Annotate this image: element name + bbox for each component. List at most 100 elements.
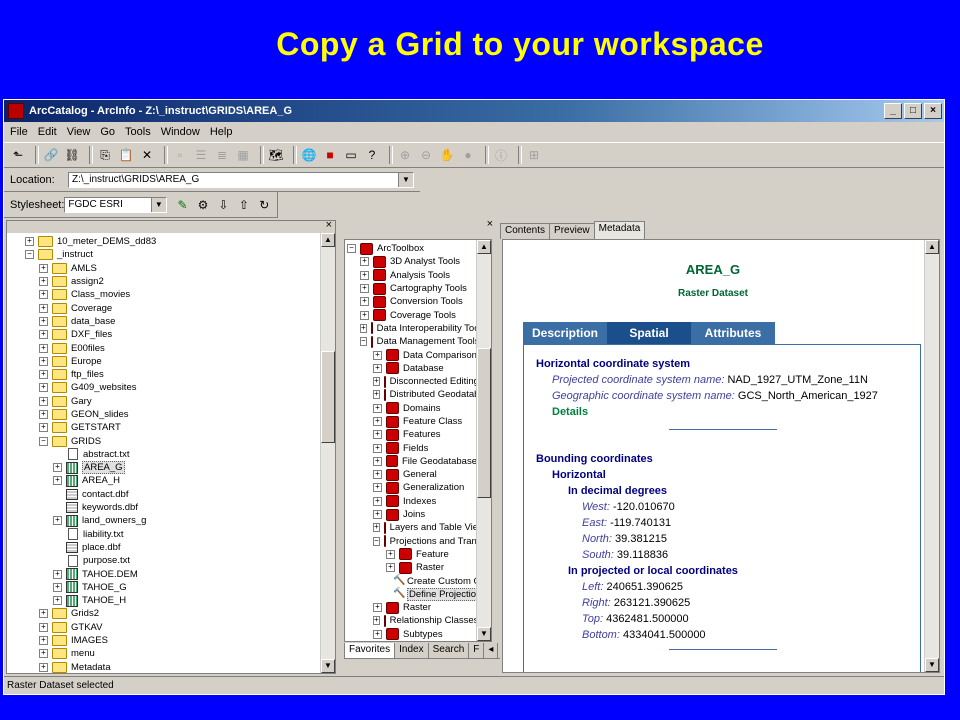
- scroll-up-icon[interactable]: ▲: [477, 240, 491, 254]
- tree-node[interactable]: + E00files: [11, 341, 319, 354]
- expand-icon[interactable]: +: [373, 603, 382, 613]
- expand-icon[interactable]: +: [373, 483, 382, 493]
- menu-window[interactable]: Window: [161, 126, 200, 138]
- tree-node[interactable]: + AMLS: [11, 262, 319, 275]
- tree-node[interactable]: + TAHOE_G: [11, 581, 319, 594]
- edit-metadata-icon[interactable]: ✎: [175, 197, 190, 213]
- tree-node[interactable]: + Features: [347, 428, 477, 441]
- arccatalog-app-icon[interactable]: [8, 103, 24, 119]
- expand-icon[interactable]: +: [39, 330, 48, 340]
- expand-icon[interactable]: +: [39, 316, 48, 326]
- expand-icon[interactable]: +: [39, 609, 48, 619]
- menu-file[interactable]: File: [10, 126, 28, 138]
- tree-node[interactable]: + Feature Class: [347, 415, 477, 428]
- metadata-scrollbar[interactable]: ▲ ▼: [924, 240, 939, 672]
- tree-node[interactable]: + data_base: [11, 315, 319, 328]
- expand-icon[interactable]: +: [386, 549, 395, 559]
- scroll-up-icon[interactable]: ▲: [321, 233, 335, 247]
- expand-icon[interactable]: +: [53, 476, 62, 486]
- location-combobox[interactable]: Z:\_instruct\GRIDS\AREA_G ▼: [68, 171, 414, 188]
- tree-node[interactable]: + GEON_slides: [11, 408, 319, 421]
- full-extent-icon[interactable]: ●: [460, 147, 476, 163]
- tab-index[interactable]: Index: [394, 643, 429, 659]
- disconnect-folder-icon[interactable]: ⛓: [64, 147, 80, 163]
- tree-node[interactable]: + Data Comparison: [347, 348, 477, 362]
- toolbox-scrollbar[interactable]: ▲ ▼: [476, 240, 491, 641]
- collapse-icon[interactable]: −: [25, 250, 34, 260]
- tab-scroll-left[interactable]: ◂: [483, 643, 499, 659]
- command-line-icon[interactable]: ▭: [343, 147, 359, 163]
- tree-node[interactable]: + Fields: [347, 441, 477, 455]
- tree-node[interactable]: − Projections and Trans: [347, 535, 482, 548]
- expand-icon[interactable]: +: [53, 582, 62, 592]
- expand-icon[interactable]: +: [373, 456, 382, 466]
- tree-node[interactable]: + GETSTART: [11, 421, 319, 434]
- tree-node[interactable]: + Distributed Geodatab: [347, 388, 479, 401]
- tree-node[interactable]: + Generalization: [347, 481, 477, 494]
- menu-go[interactable]: Go: [100, 126, 115, 138]
- expand-icon[interactable]: +: [360, 310, 369, 320]
- expand-icon[interactable]: +: [39, 622, 48, 632]
- tree-node[interactable]: + ftp_files: [11, 368, 319, 381]
- large-icons-icon[interactable]: ▫: [172, 147, 188, 163]
- identify-icon[interactable]: ⓘ: [493, 147, 509, 163]
- scroll-down-icon[interactable]: ▼: [925, 658, 939, 672]
- expand-icon[interactable]: +: [373, 510, 382, 520]
- arctoolbox-icon[interactable]: ■: [322, 147, 338, 163]
- tree-node[interactable]: + Layers and Table View: [347, 521, 485, 534]
- tree-node[interactable]: + File Geodatabase: [347, 455, 477, 468]
- expand-icon[interactable]: +: [373, 616, 380, 626]
- expand-icon[interactable]: +: [39, 383, 48, 393]
- tree-node[interactable]: +3D Analyst Tools: [347, 255, 477, 268]
- tree-node[interactable]: + Domains: [347, 402, 477, 415]
- minimize-button[interactable]: _: [884, 103, 902, 119]
- expand-icon[interactable]: +: [373, 470, 382, 480]
- tree-node[interactable]: + Grids2: [11, 607, 319, 620]
- expand-icon[interactable]: +: [360, 284, 369, 294]
- tree-node[interactable]: + land_owners_g: [11, 514, 319, 527]
- expand-icon[interactable]: +: [373, 523, 380, 533]
- tree-node[interactable]: 🔨 Define Projection: [347, 587, 484, 601]
- expand-icon[interactable]: +: [39, 410, 48, 419]
- tab-preview[interactable]: Preview: [549, 223, 595, 239]
- tree-node[interactable]: + Indexes: [347, 495, 477, 508]
- tree-node[interactable]: + Class_movies: [11, 288, 319, 301]
- zoom-in-icon[interactable]: ⊕: [397, 147, 413, 163]
- launch-arcmap-icon[interactable]: 🗺: [268, 147, 284, 163]
- expand-icon[interactable]: +: [373, 403, 382, 413]
- tree-node[interactable]: + General: [347, 468, 477, 481]
- expand-icon[interactable]: +: [373, 363, 382, 373]
- scroll-thumb[interactable]: [477, 348, 491, 498]
- tree-node[interactable]: + TAHOE_H: [11, 594, 319, 607]
- expand-icon[interactable]: +: [39, 423, 48, 433]
- tree-node[interactable]: + AREA_G: [11, 461, 319, 475]
- tree-node[interactable]: + Cartography Tools: [347, 282, 477, 295]
- expand-icon[interactable]: +: [39, 290, 48, 300]
- tab-contents[interactable]: Contents: [500, 223, 551, 239]
- tree-node[interactable]: + Relationship Classes: [347, 614, 478, 627]
- tree-node[interactable]: + Coverage: [11, 301, 319, 314]
- update-metadata-icon[interactable]: ↻: [257, 197, 272, 213]
- expand-icon[interactable]: +: [53, 463, 62, 473]
- tree-node[interactable]: purpose.txt: [11, 554, 319, 567]
- tree-node[interactable]: + menu: [11, 647, 319, 660]
- expand-icon[interactable]: +: [360, 270, 369, 280]
- expand-icon[interactable]: +: [39, 396, 48, 406]
- tree-node[interactable]: contact.dbf: [11, 488, 319, 501]
- tree-node[interactable]: + GTKAV: [11, 621, 319, 634]
- expand-icon[interactable]: +: [39, 636, 48, 646]
- menu-help[interactable]: Help: [210, 126, 233, 138]
- tree-node[interactable]: + Gary: [11, 395, 319, 408]
- scroll-down-icon[interactable]: ▼: [321, 659, 335, 673]
- tree-node[interactable]: + IMAGES: [11, 634, 319, 647]
- copy-icon[interactable]: ⎘: [97, 147, 113, 163]
- expand-icon[interactable]: +: [39, 277, 48, 287]
- paste-icon[interactable]: 📋: [118, 147, 134, 163]
- chevron-down-icon[interactable]: ▼: [398, 172, 413, 187]
- collapse-icon[interactable]: −: [347, 244, 356, 254]
- tree-node[interactable]: + Database: [347, 362, 477, 375]
- expand-icon[interactable]: +: [373, 377, 380, 387]
- expand-icon[interactable]: +: [53, 569, 62, 579]
- expand-icon[interactable]: +: [386, 563, 395, 573]
- tree-node[interactable]: + Raster: [347, 601, 477, 614]
